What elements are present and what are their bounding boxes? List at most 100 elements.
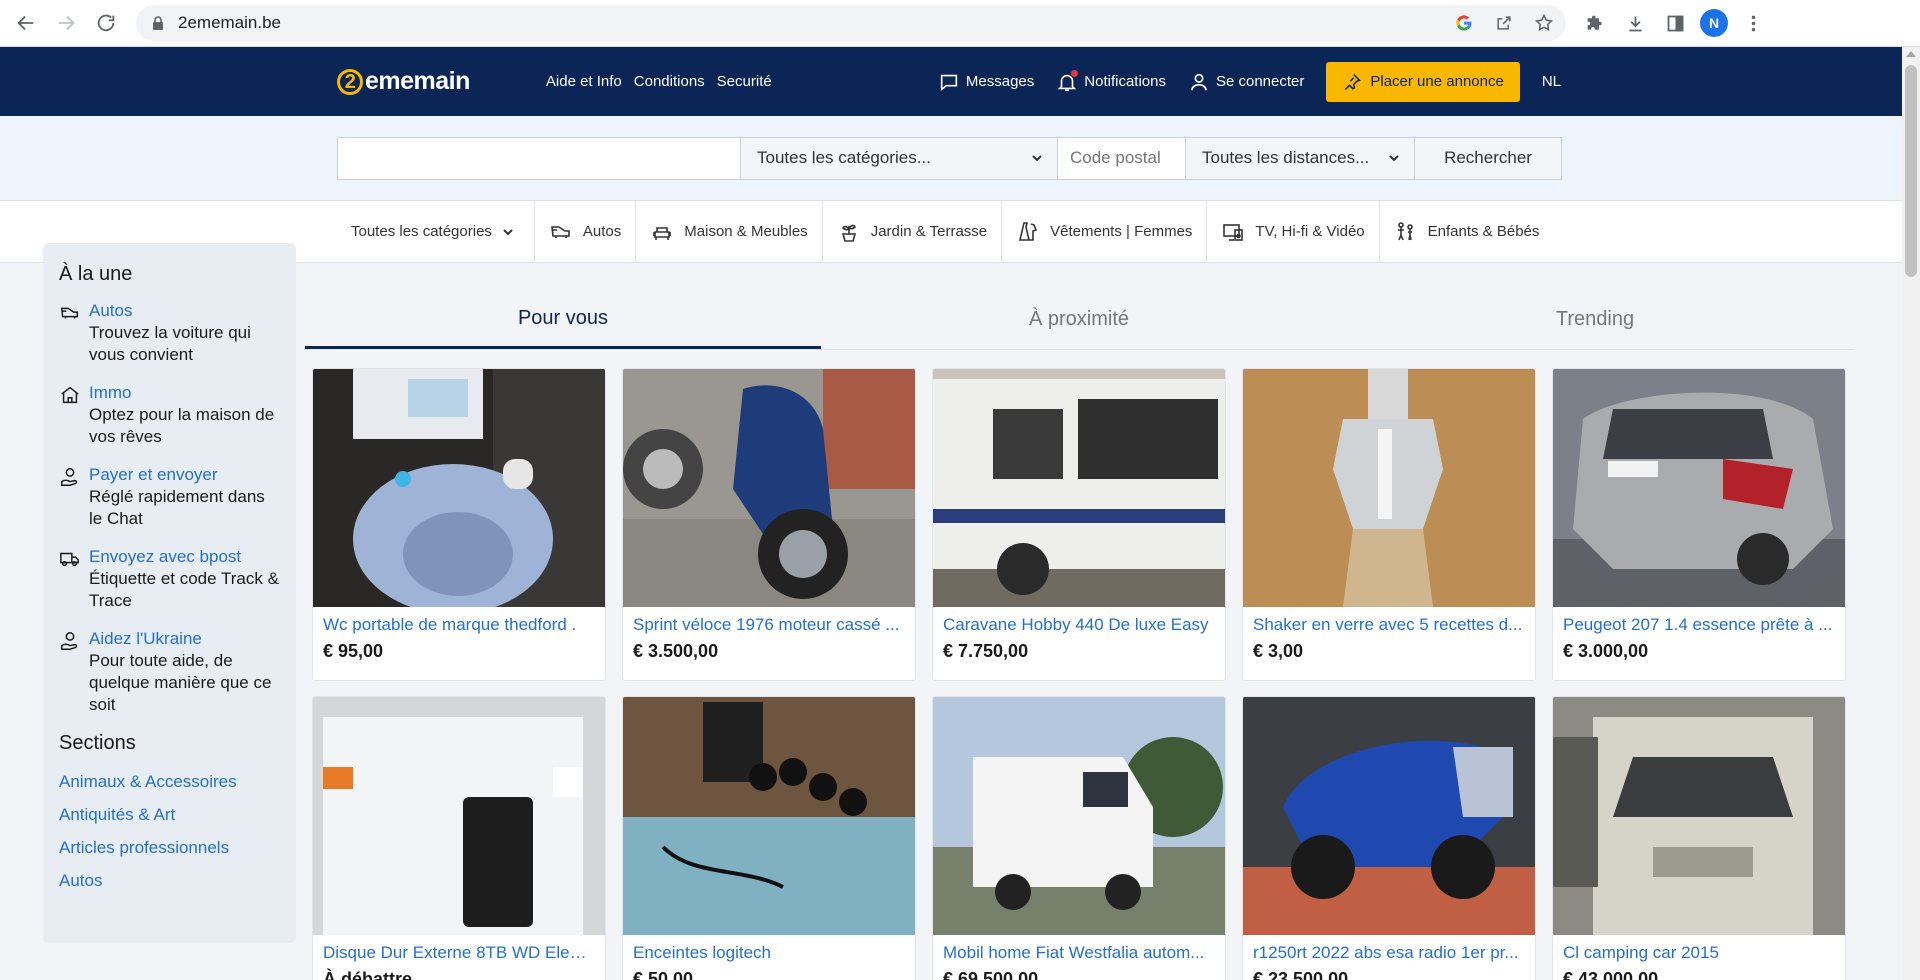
featured-link[interactable]: Aidez l'Ukraine (89, 628, 280, 650)
search-button[interactable]: Rechercher (1415, 137, 1561, 179)
chat-bubble-icon (940, 74, 958, 91)
listing-image (623, 697, 915, 935)
featured-entry-bpost[interactable]: Envoyez avec bpost Étiquette et code Tra… (59, 546, 280, 612)
search-section: Toutes les catégories... Toutes les dist… (0, 116, 1902, 201)
forward-icon[interactable] (46, 3, 86, 43)
category-autos[interactable]: Autos (535, 200, 637, 263)
category-maison-meubles[interactable]: Maison & Meubles (636, 200, 823, 263)
featured-link[interactable]: Autos (89, 300, 280, 322)
kids-icon (1397, 221, 1413, 240)
category-jardin-terrasse[interactable]: Jardin & Terrasse (823, 200, 1003, 263)
listing-price: € 69.500,00 (943, 969, 1039, 980)
furniture-icon (653, 226, 672, 240)
listing-card[interactable]: r1250rt 2022 abs esa radio 1er pr... € 2… (1242, 696, 1536, 980)
listing-price: € 3.500,00 (633, 641, 719, 661)
share-icon[interactable] (1490, 9, 1518, 37)
listing-card[interactable]: Wc portable de marque thedford . € 95,00 (312, 368, 606, 681)
scrollbar-thumb[interactable] (1905, 65, 1917, 277)
listing-card[interactable]: Peugeot 207 1.4 essence prête à ... € 3.… (1552, 368, 1846, 681)
place-ad-button[interactable]: Placer une annonce (1326, 61, 1520, 102)
profile-avatar[interactable]: N (1700, 9, 1728, 37)
featured-desc: Étiquette et code Track & Trace (89, 569, 279, 610)
listing-title[interactable]: Disque Dur Externe 8TB WD Elem... (313, 935, 605, 963)
language-switch[interactable]: NL (1542, 73, 1561, 90)
listing-title[interactable]: Enceintes logitech (623, 935, 915, 963)
listing-title[interactable]: Mobil home Fiat Westfalia autom... (933, 935, 1225, 963)
google-icon[interactable] (1450, 9, 1478, 37)
section-link[interactable]: Antiquités & Art (59, 798, 280, 831)
chevron-down-icon (1389, 155, 1399, 162)
bookmark-star-icon[interactable] (1530, 9, 1558, 37)
listing-card[interactable]: Cl camping car 2015 € 43.000,00 (1552, 696, 1846, 980)
feed-tabs: Pour vous À proximité Trending (305, 290, 1853, 350)
category-vetements-femmes[interactable]: Vêtements | Femmes (1002, 200, 1208, 263)
helping-hand-icon (59, 628, 81, 716)
featured-desc: Réglé rapidement dans le Chat (89, 487, 265, 528)
payment-icon (59, 464, 81, 530)
listing-title[interactable]: r1250rt 2022 abs esa radio 1er pr... (1243, 935, 1535, 963)
featured-entry-payer[interactable]: Payer et envoyer Réglé rapidement dans l… (59, 464, 280, 530)
listing-title[interactable]: Cl camping car 2015 (1553, 935, 1845, 963)
more-menu-icon[interactable] (1738, 8, 1768, 38)
car-icon (59, 300, 81, 366)
user-icon (1190, 73, 1208, 90)
postal-code-input[interactable] (1058, 137, 1186, 179)
login-button[interactable]: Se connecter (1188, 71, 1304, 93)
listing-image (313, 369, 605, 607)
scroll-up-arrow[interactable] (1906, 51, 1916, 57)
featured-sidebar: À la une Autos Trouvez la voiture qui vo… (43, 243, 296, 943)
featured-link[interactable]: Immo (89, 382, 280, 404)
category-select[interactable]: Toutes les catégories... (741, 137, 1058, 179)
sections-title: Sections (59, 732, 136, 754)
category-enfants-bebes[interactable]: Enfants & Bébés (1380, 201, 1554, 263)
featured-link[interactable]: Envoyez avec bpost (89, 546, 280, 568)
help-link[interactable]: Aide et Info (546, 73, 622, 90)
notifications-button[interactable]: Notifications (1056, 68, 1166, 93)
listing-card[interactable]: Shaker en verre avec 5 recettes d... € 3… (1242, 368, 1536, 681)
listing-title[interactable]: Sprint véloce 1976 moteur cassé ... (623, 607, 915, 635)
featured-entry-autos[interactable]: Autos Trouvez la voiture qui vous convie… (59, 300, 280, 366)
section-link[interactable]: Autos (59, 864, 280, 897)
page-scrollbar[interactable] (1902, 47, 1920, 980)
listing-title[interactable]: Shaker en verre avec 5 recettes d... (1243, 607, 1535, 635)
section-link[interactable]: Articles professionnels (59, 831, 280, 864)
listing-price: € 3.000,00 (1563, 641, 1649, 661)
car-icon (551, 225, 570, 238)
site-header: 2 ememain Aide et Info Conditions Securi… (0, 47, 1902, 116)
security-link[interactable]: Securité (717, 73, 772, 90)
house-icon (59, 382, 81, 448)
truck-icon (59, 546, 81, 612)
tab-a-proximite[interactable]: À proximité (821, 290, 1337, 349)
featured-entry-immo[interactable]: Immo Optez pour la maison de vos rêves (59, 382, 280, 448)
chevron-down-icon (503, 228, 513, 235)
distance-select[interactable]: Toutes les distances... (1186, 137, 1415, 179)
chevron-down-icon (1032, 155, 1042, 162)
listing-card[interactable]: Enceintes logitech € 50,00 (622, 696, 916, 980)
tab-pour-vous[interactable]: Pour vous (305, 290, 821, 349)
featured-link[interactable]: Payer et envoyer (89, 464, 280, 486)
address-bar[interactable]: 2ememain.be (136, 5, 1566, 41)
featured-entry-ukraine[interactable]: Aidez l'Ukraine Pour toute aide, de quel… (59, 628, 280, 716)
listing-price: € 23.500,00 (1253, 969, 1349, 980)
listing-title[interactable]: Wc portable de marque thedford . (313, 607, 605, 635)
extensions-icon[interactable] (1580, 8, 1610, 38)
category-tv-hifi-video[interactable]: TV, Hi-fi & Vidéo (1207, 200, 1380, 263)
listing-card[interactable]: Disque Dur Externe 8TB WD Elem... À déba… (312, 696, 606, 980)
listing-card[interactable]: Mobil home Fiat Westfalia autom... € 69.… (932, 696, 1226, 980)
listing-card[interactable]: Caravane Hobby 440 De luxe Easy € 7.750,… (932, 368, 1226, 681)
messages-button[interactable]: Messages (938, 71, 1034, 93)
listing-title[interactable]: Peugeot 207 1.4 essence prête à ... (1553, 607, 1845, 635)
site-logo[interactable]: 2 ememain (337, 67, 470, 96)
section-link[interactable]: Animaux & Accessoires (59, 765, 280, 798)
all-categories-dropdown[interactable]: Toutes les catégories (337, 200, 535, 263)
back-icon[interactable] (6, 3, 46, 43)
featured-title: À la une (59, 263, 133, 285)
search-input[interactable] (338, 137, 741, 179)
tab-trending[interactable]: Trending (1337, 290, 1853, 349)
reload-icon[interactable] (86, 3, 126, 43)
listing-title[interactable]: Caravane Hobby 440 De luxe Easy (933, 607, 1225, 635)
listing-card[interactable]: Sprint véloce 1976 moteur cassé ... € 3.… (622, 368, 916, 681)
side-panel-icon[interactable] (1660, 8, 1690, 38)
download-icon[interactable] (1620, 8, 1650, 38)
conditions-link[interactable]: Conditions (634, 73, 705, 90)
